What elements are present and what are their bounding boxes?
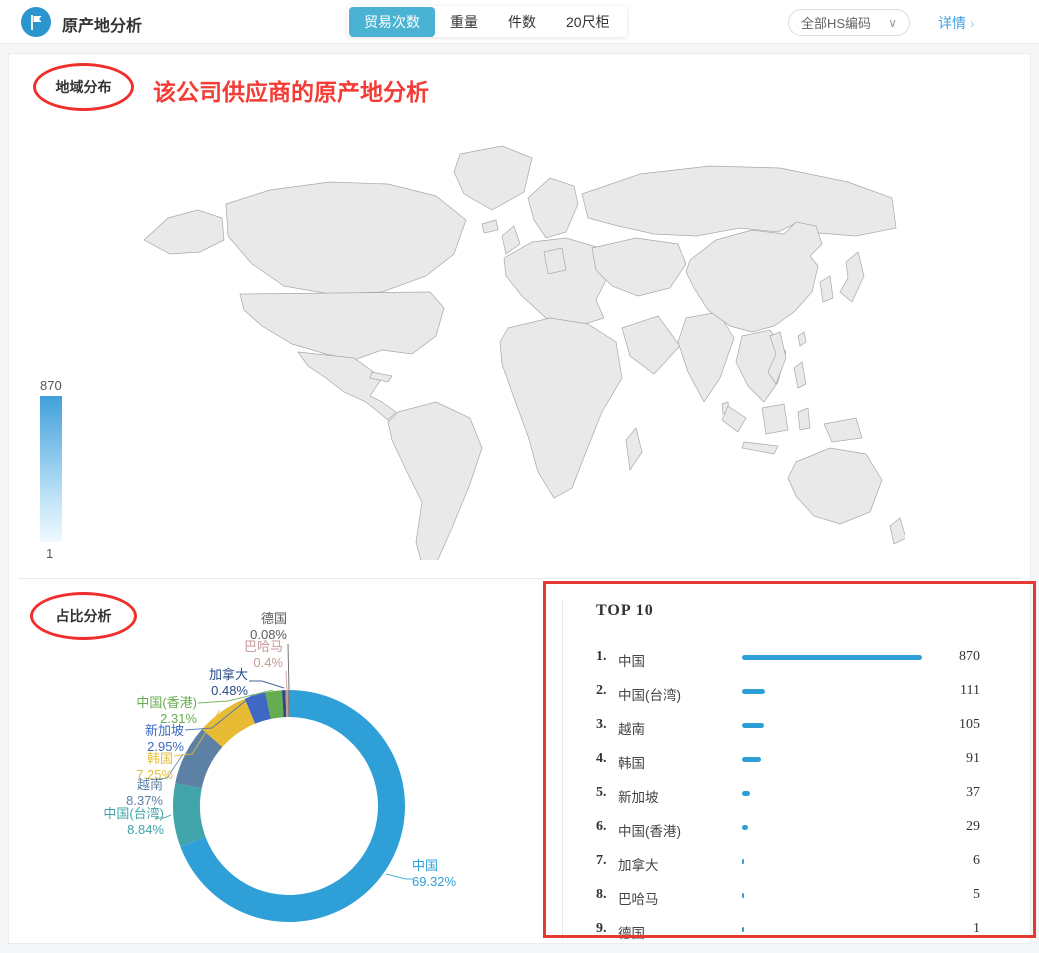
map-country-new-zealand bbox=[890, 518, 905, 544]
tab-2[interactable]: 件数 bbox=[493, 7, 551, 37]
map-country-greenland bbox=[454, 146, 532, 210]
map-country-canada[interactable] bbox=[226, 182, 466, 294]
red-annotation-text: 该公司供应商的原产地分析 bbox=[153, 73, 429, 107]
hs-code-dropdown-value: 全部HS编码 bbox=[801, 13, 871, 32]
tab-3[interactable]: 20尺柜 bbox=[551, 7, 625, 37]
legend-max-value: 870 bbox=[40, 378, 62, 393]
donut-label-bahamas: 巴哈马0.4% bbox=[244, 639, 283, 671]
top10-annotation-rectangle bbox=[543, 581, 1036, 938]
chevron-down-icon: ∨ bbox=[888, 16, 897, 30]
map-country-alaska bbox=[144, 210, 224, 254]
leader-line-bahamas bbox=[286, 671, 287, 691]
leader-line-china bbox=[386, 874, 413, 879]
app-logo-flag-icon bbox=[21, 7, 51, 37]
donut-label-canada: 加拿大0.48% bbox=[209, 667, 248, 699]
map-country-south-korea[interactable] bbox=[820, 276, 833, 302]
origin-share-donut-chart[interactable] bbox=[110, 628, 490, 948]
map-island-borneo bbox=[762, 404, 788, 434]
legend-min-value: 1 bbox=[46, 546, 53, 561]
map-country-iceland bbox=[482, 220, 498, 233]
share-badge: 占比分析 bbox=[56, 606, 112, 626]
map-country-germany[interactable] bbox=[544, 248, 566, 274]
leader-line-germany bbox=[288, 644, 289, 690]
section-divider bbox=[18, 578, 1021, 579]
map-country-australia bbox=[788, 448, 882, 524]
map-country-japan bbox=[840, 252, 864, 302]
map-region-scandinavia bbox=[528, 178, 578, 238]
map-country-usa bbox=[240, 292, 444, 360]
map-country-india bbox=[678, 312, 734, 402]
color-scale-legend bbox=[40, 396, 62, 542]
region-badge-annotation-oval: 地域分布 bbox=[33, 63, 134, 111]
donut-svg bbox=[110, 628, 490, 948]
map-country-russia bbox=[582, 166, 896, 236]
donut-label-china: 中国69.32% bbox=[412, 858, 456, 890]
metric-tab-group[interactable]: 贸易次数重量件数20尺柜 bbox=[347, 6, 627, 37]
map-island-philippines bbox=[794, 362, 806, 388]
map-island-sulawesi bbox=[798, 408, 810, 430]
donut-label-taiwan: 中国(台湾)8.84% bbox=[103, 806, 164, 838]
header-bar: 原产地分析 贸易次数重量件数20尺柜 全部HS编码 ∨ 详情 › bbox=[0, 0, 1039, 44]
map-region-arabia bbox=[622, 316, 680, 374]
leader-line-canada bbox=[249, 681, 284, 688]
page-title: 原产地分析 bbox=[62, 12, 142, 36]
region-badge: 地域分布 bbox=[56, 77, 112, 97]
map-island-java bbox=[742, 442, 778, 454]
chevron-right-icon: › bbox=[970, 15, 975, 31]
tab-0[interactable]: 贸易次数 bbox=[349, 7, 435, 37]
tab-1[interactable]: 重量 bbox=[435, 7, 493, 37]
map-island-new-guinea bbox=[824, 418, 862, 442]
hs-code-dropdown[interactable]: 全部HS编码 ∨ bbox=[788, 9, 910, 36]
donut-label-vietnam: 越南8.37% bbox=[126, 777, 163, 809]
map-region-central-asia bbox=[592, 238, 686, 296]
map-continent-south-america bbox=[388, 402, 482, 560]
map-country-mexico bbox=[298, 352, 396, 420]
donut-slice-1[interactable] bbox=[173, 783, 206, 846]
map-continent-africa bbox=[500, 318, 622, 498]
world-map-chart[interactable] bbox=[130, 140, 905, 560]
detail-link[interactable]: 详情 › bbox=[938, 13, 975, 33]
map-country-madagascar bbox=[626, 428, 642, 470]
world-map-svg bbox=[130, 140, 905, 560]
map-country-taiwan[interactable] bbox=[798, 332, 806, 346]
map-country-uk bbox=[502, 226, 520, 254]
